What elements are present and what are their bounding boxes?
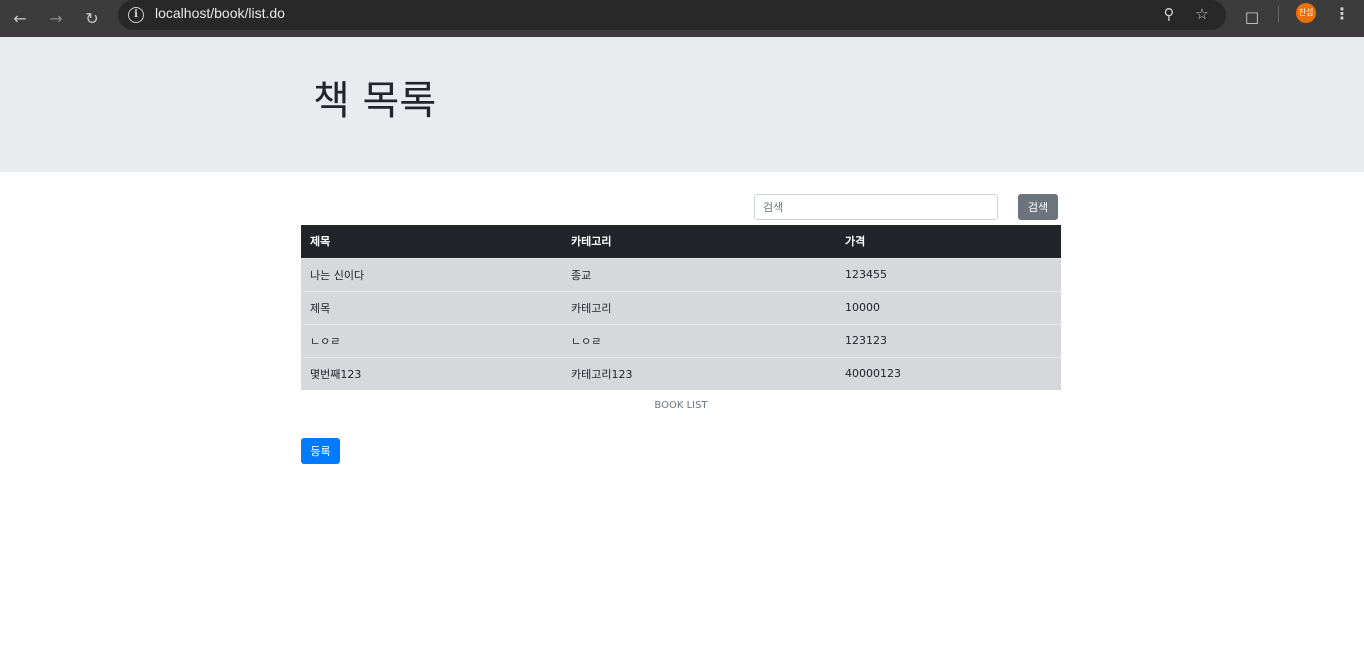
address-bar[interactable]: i localhost/book/list.do ⚲ ☆: [118, 0, 1226, 30]
cell-category: 종교: [562, 257, 836, 291]
toolbar-divider: [1278, 6, 1279, 22]
zoom-icon[interactable]: ⚲: [1158, 3, 1180, 25]
url-text[interactable]: localhost/book/list.do: [155, 5, 285, 21]
table-row[interactable]: 몇번째123 카테고리123 40000123: [301, 356, 1061, 390]
cell-category: ㄴㅇㄹ: [562, 323, 836, 357]
cell-price: 40000123: [836, 356, 1061, 390]
cell-category: 카테고리: [562, 290, 836, 324]
column-header-category: 카테고리: [562, 225, 836, 258]
cell-price: 123455: [836, 257, 1061, 291]
register-button[interactable]: 등록: [301, 438, 340, 464]
cell-title[interactable]: 나는 신이다: [301, 257, 562, 291]
star-icon[interactable]: ☆: [1191, 3, 1213, 25]
table-row[interactable]: 제목 카테고리 10000: [301, 290, 1061, 324]
browser-toolbar: ← → ↻ i localhost/book/list.do ⚲ ☆ □ 찬섭 …: [0, 0, 1364, 37]
table-row[interactable]: ㄴㅇㄹ ㄴㅇㄹ 123123: [301, 323, 1061, 357]
cell-price: 10000: [836, 290, 1061, 324]
extensions-icon[interactable]: □: [1242, 7, 1262, 27]
reload-icon[interactable]: ↻: [80, 7, 104, 31]
forward-arrow-icon[interactable]: →: [44, 7, 68, 31]
table-caption: BOOK LIST: [654, 400, 708, 411]
cell-category: 카테고리123: [562, 356, 836, 390]
cell-title[interactable]: 몇번째123: [301, 356, 562, 390]
table-row[interactable]: 나는 신이다 종교 123455: [301, 257, 1061, 291]
menu-icon[interactable]: ⋮: [1332, 3, 1352, 25]
search-button[interactable]: 검색: [1018, 194, 1058, 220]
cell-title[interactable]: ㄴㅇㄹ: [301, 323, 562, 357]
book-table: 제목 카테고리 가격 나는 신이다 종교 123455 제목 카테고리 1000…: [301, 225, 1061, 390]
back-arrow-icon[interactable]: ←: [8, 7, 32, 31]
table-header-row: 제목 카테고리 가격: [301, 225, 1061, 258]
cell-title[interactable]: 제목: [301, 290, 562, 324]
page-header: 책 목록: [0, 37, 1364, 172]
cell-price: 123123: [836, 323, 1061, 357]
column-header-title: 제목: [301, 225, 562, 258]
page-title: 책 목록: [313, 78, 437, 124]
search-input[interactable]: [754, 194, 998, 220]
profile-avatar[interactable]: 찬섭: [1296, 3, 1316, 23]
column-header-price: 가격: [836, 225, 1061, 258]
info-icon[interactable]: i: [128, 7, 144, 23]
